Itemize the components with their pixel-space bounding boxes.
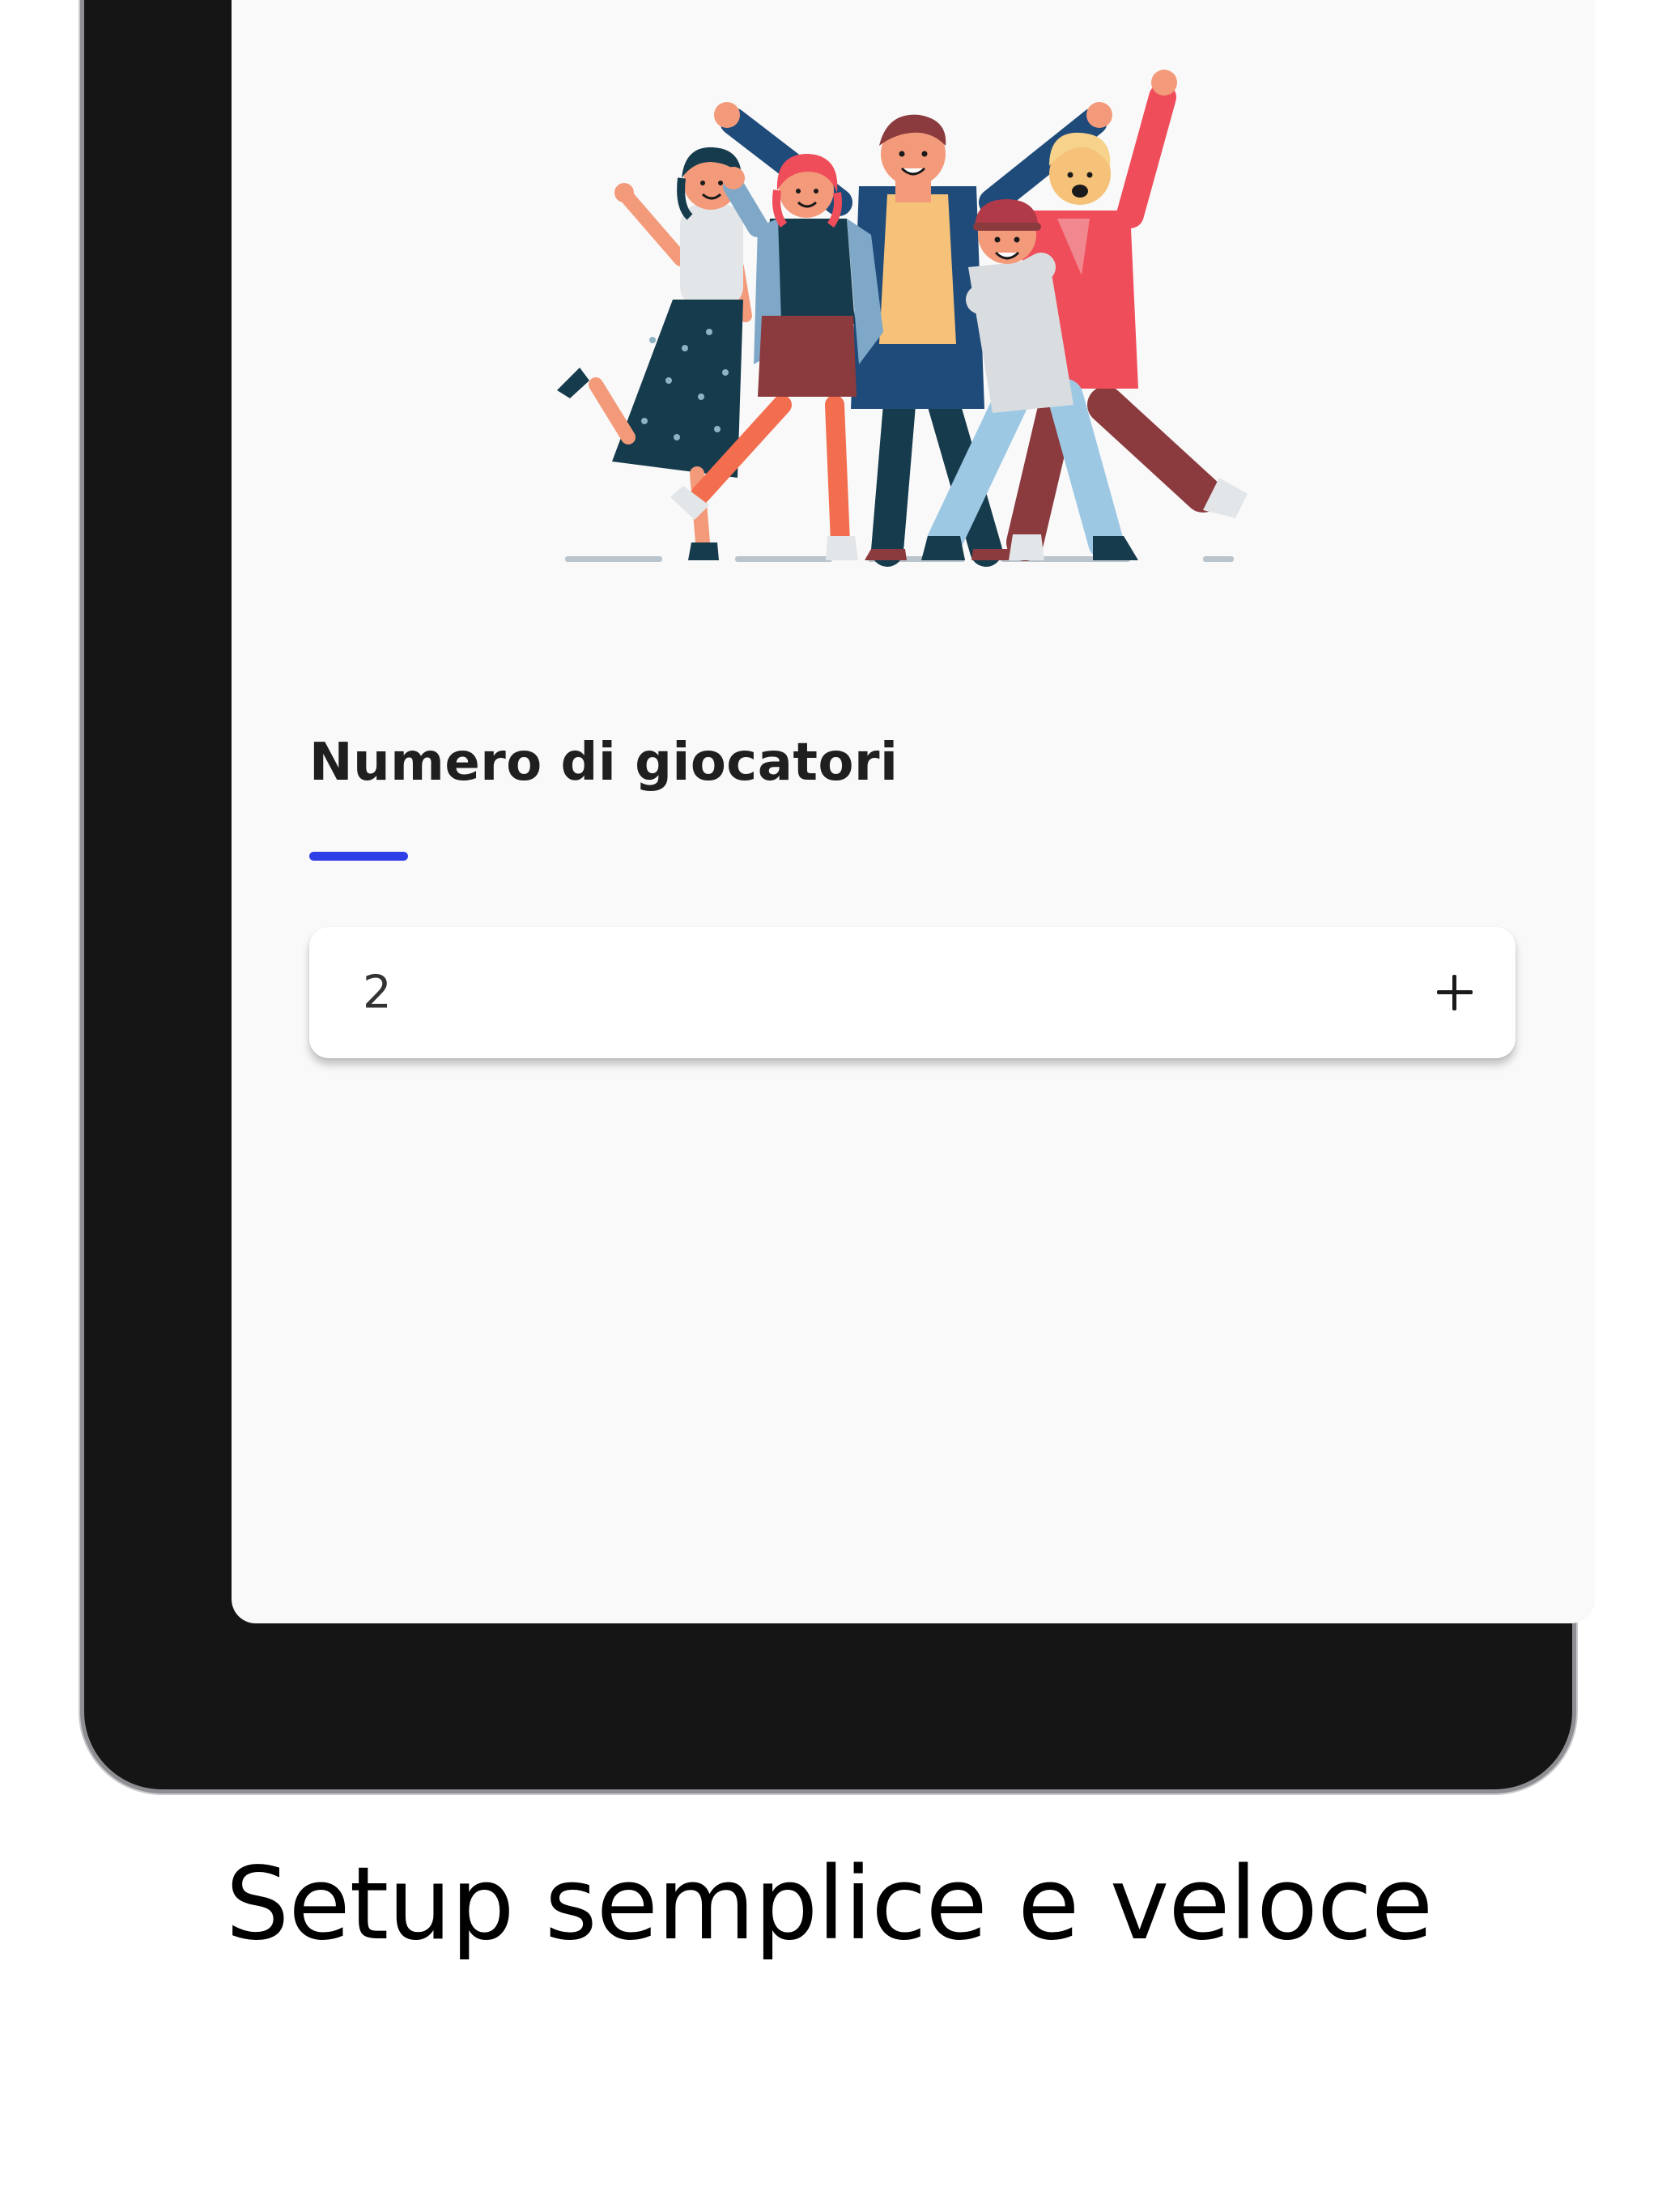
player-count-value: 2: [363, 966, 392, 1019]
marketing-caption: Setup semplice e veloce: [225, 1846, 1434, 1963]
plus-icon[interactable]: [1426, 964, 1483, 1021]
player-count-stepper[interactable]: 2: [309, 927, 1516, 1058]
app-screen: Numero di giocatori 2: [232, 0, 1595, 1623]
title-underline: [309, 852, 408, 861]
section-title: Numero di giocatori: [309, 733, 899, 793]
person-girl-left: [557, 147, 752, 560]
group-of-friends-illustration: [557, 70, 1248, 567]
tablet-frame: Numero di giocatori 2: [84, 0, 1595, 1789]
